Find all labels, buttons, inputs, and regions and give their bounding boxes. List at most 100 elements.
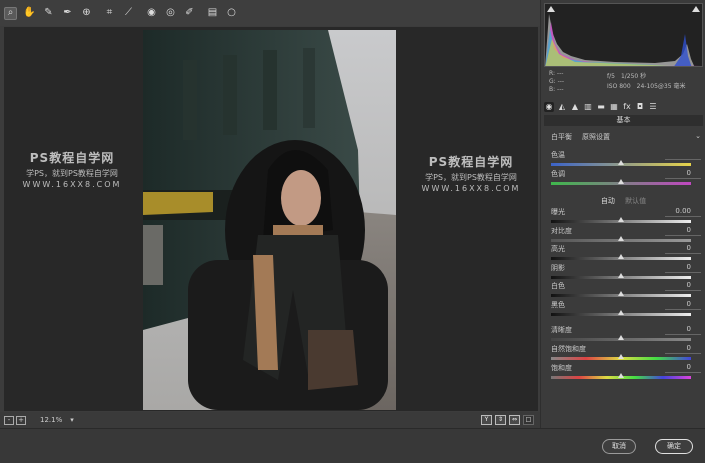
highlights-slider[interactable]: 高光 0 [551, 244, 701, 264]
contrast-thumb[interactable] [618, 235, 624, 241]
highlights-value-underline [665, 253, 701, 254]
adjustment-brush-icon[interactable]: ✐ [183, 7, 196, 20]
crop-icon[interactable]: ⌗ [103, 7, 116, 20]
watermark-url: WWW.16XX8.COM [22, 180, 122, 189]
photo-preview[interactable] [143, 30, 396, 410]
blacks-thumb[interactable] [618, 309, 624, 315]
whites-thumb[interactable] [618, 291, 624, 296]
targeted-adjustment-icon[interactable]: ⊕ [80, 7, 93, 20]
swap-settings-button[interactable]: ⇕ [495, 415, 506, 425]
highlights-label: 高光 [551, 245, 565, 253]
shadows-value-field[interactable]: 0 [687, 263, 691, 271]
default-button[interactable]: 默认值 [625, 197, 646, 205]
tab-detail-icon[interactable]: ▲ [570, 102, 580, 112]
temperature-label: 色温 [551, 151, 565, 159]
tab-tone-curve-icon[interactable]: ◭ [557, 102, 567, 112]
iso: ISO 800 [607, 83, 631, 90]
cancel-button[interactable]: 取消 [602, 439, 636, 454]
tab-basic-icon[interactable]: ◉ [544, 102, 554, 112]
toggle-default-button[interactable]: □ [523, 415, 534, 425]
saturation-value-underline [665, 372, 701, 373]
whites-label: 白色 [551, 282, 565, 290]
straighten-icon[interactable]: ⟋ [122, 7, 135, 20]
exposure-thumb[interactable] [618, 217, 624, 222]
before-after-toggle-button[interactable]: Y [481, 415, 492, 425]
tab-effects-icon[interactable]: fx [622, 102, 632, 112]
tint-value-field[interactable]: 0 [687, 169, 691, 177]
saturation-slider[interactable]: 饱和度 0 [551, 363, 701, 383]
hand-icon[interactable]: ✋ [23, 7, 36, 20]
vibrance-label: 自然饱和度 [551, 345, 586, 353]
tint-slider[interactable]: 色调 0 [551, 169, 701, 189]
view-mode-buttons: Y ⇕ ⇔ □ [478, 415, 534, 425]
zoom-out-button[interactable]: - [4, 415, 14, 425]
clarity-slider[interactable]: 清晰度 0 [551, 325, 701, 345]
radial-filter-icon[interactable]: ○ [225, 7, 238, 20]
contrast-value-underline [665, 234, 701, 236]
shadows-label: 阴影 [551, 263, 565, 272]
spot-removal-icon[interactable]: ◉ [145, 7, 158, 20]
tab-presets-icon[interactable]: ☰ [648, 102, 658, 112]
temperature-thumb[interactable] [618, 160, 624, 165]
white-balance-select[interactable]: 原照设置 ⌄ [582, 132, 701, 142]
zoom-dropdown-icon[interactable]: ▾ [70, 416, 74, 424]
blacks-slider[interactable]: 黑色 0 [551, 300, 701, 320]
tab-lens-icon[interactable]: ▦ [609, 102, 619, 112]
saturation-value-field[interactable]: 0 [687, 363, 691, 371]
shadow-clipping-warning-icon[interactable] [547, 6, 555, 12]
blacks-value-underline [665, 308, 701, 310]
temperature-slider[interactable]: 色温 [551, 150, 701, 170]
green-readout: G: --- [549, 78, 565, 85]
tool-bar: ⌕ ✋ ✎ ✒ ⊕ ⌗ ⟋ ◉ ◎ ✐ ▤ ○ [0, 0, 540, 26]
vibrance-slider[interactable]: 自然饱和度 0 [551, 344, 701, 364]
whites-value-field[interactable]: 0 [687, 281, 691, 289]
temperature-value-underline [665, 159, 701, 160]
highlights-value-field[interactable]: 0 [687, 244, 691, 252]
ok-button[interactable]: 确定 [655, 439, 693, 454]
saturation-thumb[interactable] [618, 373, 624, 378]
vibrance-thumb[interactable] [618, 354, 624, 359]
highlights-thumb[interactable] [618, 254, 624, 259]
shadows-thumb[interactable] [618, 272, 624, 278]
whites-slider[interactable]: 白色 0 [551, 281, 701, 301]
vibrance-value-underline [665, 353, 701, 354]
lens: 24-105@35 毫米 [636, 83, 686, 90]
blacks-label: 黑色 [551, 300, 565, 309]
contrast-label: 对比度 [551, 226, 572, 235]
watermark-url: WWW.16XX8.COM [421, 184, 521, 193]
white-balance-icon[interactable]: ✎ [42, 7, 55, 20]
blacks-value-field[interactable]: 0 [687, 300, 691, 308]
white-balance-value: 原照设置 [582, 133, 610, 141]
image-canvas[interactable]: PS教程自学网 学PS，就到PS教程自学网 WWW.16XX8.COM PS教程… [4, 27, 538, 411]
shutter-speed: 1/250 秒 [620, 73, 647, 80]
vibrance-value-field[interactable]: 0 [687, 344, 691, 352]
red-eye-icon[interactable]: ◎ [164, 7, 177, 20]
color-sampler-icon[interactable]: ✒ [61, 7, 74, 20]
clarity-value-field[interactable]: 0 [687, 325, 691, 333]
copy-settings-button[interactable]: ⇔ [509, 415, 520, 425]
adjustment-panel: R: --- G: --- B: --- f/5 1/250 秒 ISO 800 2… [540, 0, 705, 428]
contrast-slider[interactable]: 对比度 0 [551, 226, 701, 246]
aperture: f/5 [607, 73, 615, 80]
tint-thumb[interactable] [618, 179, 624, 184]
tint-label: 色调 [551, 170, 565, 178]
exposure-label: 曝光 [551, 208, 565, 216]
auto-default-row: 自动 默认值 [541, 196, 705, 206]
zoom-level[interactable]: 12.1% [40, 416, 62, 424]
zoom-in-button[interactable]: + [16, 415, 26, 425]
highlight-clipping-warning-icon[interactable] [692, 6, 700, 12]
auto-button[interactable]: 自动 [601, 197, 615, 205]
zoom-icon[interactable]: ⌕ [4, 6, 17, 20]
exposure-slider[interactable]: 曝光 0.00 [551, 207, 701, 227]
tab-split-toning-icon[interactable]: ▬ [596, 102, 606, 112]
canvas-status-bar: - + 12.1% ▾ Y ⇕ ⇔ □ [0, 412, 540, 428]
exposure-value-field[interactable]: 0.00 [675, 207, 691, 215]
contrast-value-field[interactable]: 0 [687, 226, 691, 234]
clarity-thumb[interactable] [618, 335, 624, 340]
tab-hsl-icon[interactable]: ▥ [583, 102, 593, 112]
graduated-filter-icon[interactable]: ▤ [206, 7, 219, 20]
saturation-label: 饱和度 [551, 364, 572, 372]
tab-camera-calibration-icon[interactable]: ◘ [635, 102, 645, 112]
watermark-right: PS教程自学网 学PS，就到PS教程自学网 WWW.16XX8.COM [406, 153, 536, 193]
shadows-slider[interactable]: 阴影 0 [551, 263, 701, 283]
